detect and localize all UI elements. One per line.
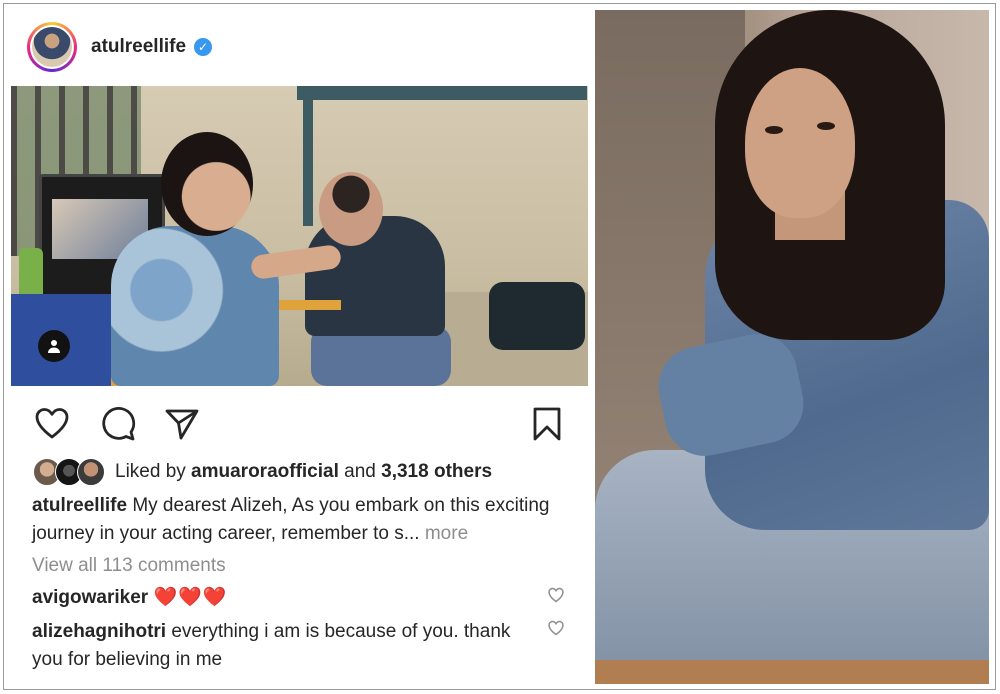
verified-badge-icon: ✓ xyxy=(194,38,213,56)
bookmark-icon[interactable] xyxy=(529,406,565,442)
portrait-face xyxy=(745,68,855,218)
post-header: atulreellife ✓ xyxy=(27,20,567,74)
photo-man-head xyxy=(319,172,383,246)
comment-user[interactable]: avigowariker xyxy=(32,587,148,608)
liker-avatars xyxy=(33,458,105,486)
author-avatar[interactable] xyxy=(27,22,77,72)
likes-middle: and xyxy=(338,461,382,482)
post-actions xyxy=(10,404,588,444)
portrait-photo xyxy=(595,10,989,684)
liker-avatar[interactable] xyxy=(77,458,105,486)
photo-pipe xyxy=(297,86,587,100)
avatar-inner xyxy=(30,25,74,69)
post-caption: atulreellife My dearest Alizeh, As you e… xyxy=(32,492,577,548)
portrait-eye xyxy=(765,126,783,134)
likes-row: Liked by amuaroraofficial and 3,318 othe… xyxy=(33,458,492,486)
portrait-eye xyxy=(817,122,835,130)
author-username[interactable]: atulreellife xyxy=(91,36,186,58)
photo-pipe-vertical xyxy=(303,86,313,226)
photo-bag xyxy=(489,282,585,350)
comment-heart-icon[interactable] xyxy=(547,586,565,604)
user-tag-icon[interactable] xyxy=(38,330,70,362)
likes-count[interactable]: 3,318 others xyxy=(381,461,492,482)
likes-user[interactable]: amuaroraofficial xyxy=(191,461,339,482)
comment-item: alizehagnihotri everything i am is becau… xyxy=(32,618,542,674)
likes-summary: Liked by amuaroraofficial and 3,318 othe… xyxy=(115,461,492,483)
heart-icon[interactable] xyxy=(34,406,70,442)
instagram-post: atulreellife ✓ Liked by amuaroraofficial… xyxy=(10,10,588,686)
comment-text: ❤️❤️❤️ xyxy=(153,587,228,608)
caption-author[interactable]: atulreellife xyxy=(32,495,127,516)
caption-more-link[interactable]: more xyxy=(420,523,468,544)
comment-heart-icon[interactable] xyxy=(547,619,565,637)
comment-user[interactable]: alizehagnihotri xyxy=(32,621,166,642)
post-photo[interactable] xyxy=(11,86,588,386)
comment-icon[interactable] xyxy=(100,406,136,442)
likes-prefix: Liked by xyxy=(115,461,192,482)
comment-item: avigowariker ❤️❤️❤️ xyxy=(32,584,542,612)
photo-girl-body xyxy=(111,226,279,386)
photo-girl-head xyxy=(161,132,253,236)
avatar-photo xyxy=(32,27,72,67)
view-all-comments-link[interactable]: View all 113 comments xyxy=(32,555,226,577)
send-icon[interactable] xyxy=(164,406,200,442)
